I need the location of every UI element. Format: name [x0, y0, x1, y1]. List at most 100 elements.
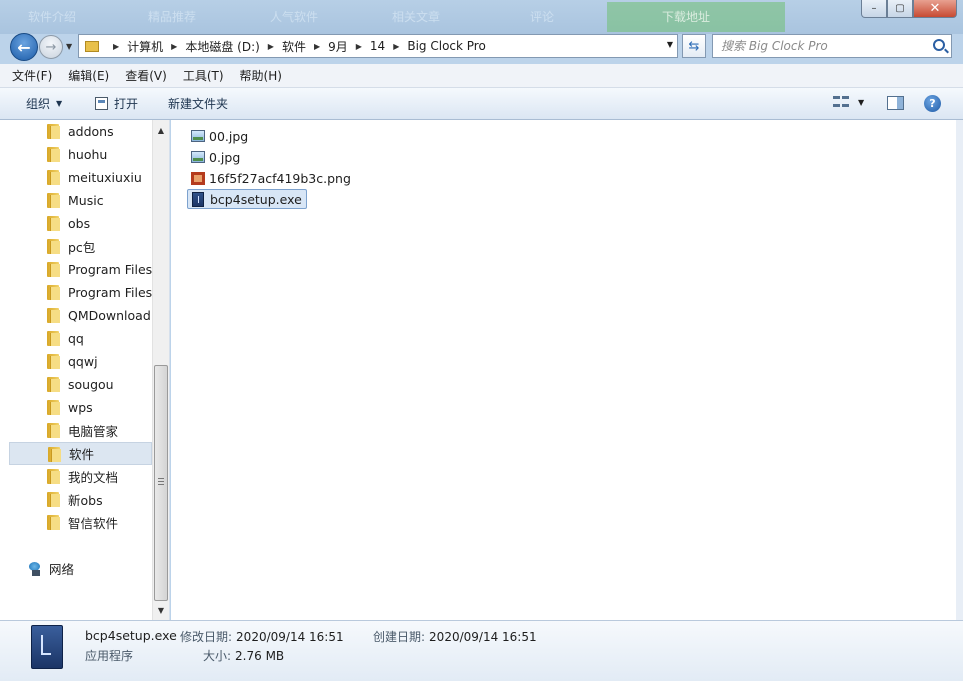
- new-folder-button[interactable]: 新建文件夹: [168, 95, 228, 112]
- folder-icon: [47, 400, 60, 415]
- menu-tools[interactable]: 工具(T): [183, 67, 224, 84]
- tree-item-label: pc包: [68, 240, 96, 255]
- details-file-type: 应用程序: [85, 649, 134, 663]
- folder-icon: [47, 262, 60, 277]
- breadcrumb-big-clock-pro[interactable]: Big Clock Pro: [407, 39, 485, 53]
- folder-icon: [47, 515, 60, 530]
- tree-item[interactable]: sougou: [9, 373, 152, 396]
- folder-icon: [47, 170, 60, 185]
- tree-item[interactable]: 电脑管家: [9, 419, 152, 442]
- details-file-name: bcp4setup.exe: [85, 628, 177, 643]
- tree-item[interactable]: 智信软件: [9, 511, 152, 534]
- scroll-down-icon[interactable]: ▼: [153, 602, 169, 618]
- details-pane: bcp4setup.exe 应用程序 修改日期: 2020/09/14 16:51…: [0, 620, 963, 681]
- file-item[interactable]: 0.jpg: [187, 147, 244, 167]
- navigation-pane: addons huohu meituxiuxiu Music obs pc包 Program…: [0, 120, 170, 620]
- command-toolbar: 组织 ▼ 打开 新建文件夹 ▼ ?: [0, 88, 963, 120]
- tree-item[interactable]: qq: [9, 327, 152, 350]
- chevron-down-icon: ▼: [56, 99, 63, 108]
- file-item[interactable]: bcp4setup.exe: [187, 189, 307, 209]
- search-input[interactable]: [721, 39, 921, 53]
- tree-item[interactable]: 新obs: [9, 488, 152, 511]
- tree-item-label: Program Files: [68, 285, 153, 300]
- breadcrumb-september[interactable]: 9月: [328, 38, 348, 55]
- folder-icon: [47, 308, 60, 323]
- chevron-right-icon[interactable]: ▶: [356, 42, 362, 51]
- breadcrumb-14[interactable]: 14: [370, 39, 385, 53]
- preview-pane-icon[interactable]: [887, 96, 904, 110]
- folder-icon: [47, 377, 60, 392]
- tree-item-label: huohu: [68, 147, 108, 162]
- folder-icon: [47, 147, 60, 162]
- new-folder-label: 新建文件夹: [168, 97, 229, 111]
- breadcrumb-drive[interactable]: 本地磁盘 (D:): [185, 38, 259, 55]
- file-list-pane[interactable]: 00.jpg 0.jpg 16f5f27acf419b3c.png bcp4setup…: [171, 120, 956, 620]
- tree-item[interactable]: qqwj: [9, 350, 152, 373]
- chevron-right-icon[interactable]: ▶: [268, 42, 274, 51]
- chevron-right-icon[interactable]: ▶: [314, 42, 320, 51]
- address-bar[interactable]: ▶ 计算机 ▶ 本地磁盘 (D:) ▶ 软件 ▶ 9月 ▶ 14 ▶ Big C…: [78, 34, 678, 58]
- menu-help[interactable]: 帮助(H): [240, 67, 282, 84]
- tree-item-label: addons: [68, 124, 114, 139]
- tree-item[interactable]: huohu: [9, 143, 152, 166]
- minimize-icon: –: [871, 3, 877, 14]
- details-created: 创建日期: 2020/09/14 16:51: [373, 628, 537, 645]
- size-label: 大小:: [203, 649, 232, 663]
- refresh-button[interactable]: ⇆: [682, 34, 706, 58]
- address-dropdown-icon[interactable]: ▼: [667, 40, 673, 49]
- menu-file[interactable]: 文件(F): [12, 67, 52, 84]
- created-value: 2020/09/14 16:51: [429, 630, 537, 644]
- scrollbar-thumb[interactable]: [154, 365, 168, 601]
- folder-icon: [47, 216, 60, 231]
- background-tab: 精品推荐: [148, 10, 197, 24]
- tree-item[interactable]: meituxiuxiu: [9, 166, 152, 189]
- background-tab: 相关文章: [392, 10, 441, 24]
- tree-item[interactable]: pc包: [9, 235, 152, 258]
- image-file-icon: [191, 130, 205, 142]
- organize-button[interactable]: 组织 ▼: [26, 95, 62, 112]
- close-button[interactable]: ✕: [913, 0, 957, 18]
- folder-icon: [85, 40, 99, 52]
- tree-item[interactable]: 软件: [9, 442, 152, 465]
- tree-item[interactable]: QMDownload: [9, 304, 152, 327]
- arrow-left-icon: ←: [17, 37, 31, 57]
- breadcrumb-software[interactable]: 软件: [282, 38, 306, 55]
- tree-item[interactable]: obs: [9, 212, 152, 235]
- chevron-right-icon[interactable]: ▶: [113, 42, 119, 51]
- change-view-icon[interactable]: [833, 96, 849, 110]
- navigation-scrollbar[interactable]: ▲ ▼: [152, 120, 169, 620]
- tree-item[interactable]: addons: [9, 120, 152, 143]
- tree-item-label: meituxiuxiu: [68, 170, 142, 185]
- open-button[interactable]: 打开: [95, 95, 138, 112]
- scroll-up-icon[interactable]: ▲: [153, 122, 169, 138]
- tree-item[interactable]: Program Files: [9, 258, 152, 281]
- minimize-button[interactable]: –: [861, 0, 887, 18]
- tree-item[interactable]: Program Files: [9, 281, 152, 304]
- search-icon[interactable]: [933, 39, 945, 51]
- tree-item-label: QMDownload: [68, 308, 151, 323]
- png-file-icon: [191, 171, 205, 185]
- folder-icon: [47, 285, 60, 300]
- tree-item[interactable]: 我的文档: [9, 465, 152, 488]
- menu-view[interactable]: 查看(V): [125, 67, 167, 84]
- refresh-icon: ⇆: [688, 38, 700, 54]
- file-item[interactable]: 16f5f27acf419b3c.png: [187, 168, 355, 188]
- modified-label: 修改日期:: [180, 630, 233, 644]
- file-item[interactable]: 00.jpg: [187, 126, 252, 146]
- chevron-right-icon[interactable]: ▶: [171, 42, 177, 51]
- tree-item[interactable]: wps: [9, 396, 152, 419]
- forward-button[interactable]: →: [39, 35, 63, 59]
- chevron-right-icon[interactable]: ▶: [393, 42, 399, 51]
- image-file-icon: [191, 151, 205, 163]
- menu-edit[interactable]: 编辑(E): [68, 67, 109, 84]
- back-button[interactable]: ←: [10, 33, 38, 61]
- file-name: 16f5f27acf419b3c.png: [209, 170, 351, 186]
- tree-item-label: 软件: [69, 447, 95, 462]
- tree-item[interactable]: Music: [9, 189, 152, 212]
- recent-pages-dropdown[interactable]: ▼: [66, 42, 72, 51]
- view-options-dropdown[interactable]: ▼: [858, 98, 864, 107]
- maximize-button[interactable]: ▢: [887, 0, 913, 18]
- breadcrumb-computer[interactable]: 计算机: [127, 38, 163, 55]
- help-icon[interactable]: ?: [924, 95, 941, 112]
- tree-item-network[interactable]: 网络: [27, 559, 74, 578]
